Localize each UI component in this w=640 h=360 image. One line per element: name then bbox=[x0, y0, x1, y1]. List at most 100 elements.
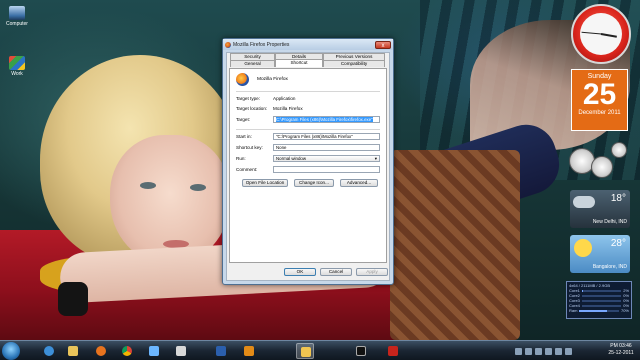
weather-city: New Delhi, IND bbox=[592, 219, 627, 225]
start-in-label: Start in: bbox=[236, 134, 252, 139]
taskbar-word[interactable] bbox=[212, 343, 230, 359]
chevron-down-icon: ▾ bbox=[374, 156, 377, 161]
wallpaper-eye bbox=[190, 184, 206, 191]
desktop-icon-work[interactable]: Work bbox=[4, 56, 30, 77]
dialog-title: Mozilla Firefox Properties bbox=[233, 41, 290, 48]
desktop-icon-label: Work bbox=[11, 71, 23, 77]
meter-bar bbox=[581, 289, 622, 292]
calendar-gadget[interactable]: Sunday 25 December 2011 bbox=[571, 69, 628, 131]
tray-icon[interactable] bbox=[525, 347, 532, 355]
tab-shortcut[interactable]: Shortcut bbox=[275, 59, 323, 67]
wallpaper-handbag bbox=[390, 150, 520, 340]
weather-city: Bangalore, IND bbox=[592, 264, 627, 270]
target-type-value: Application bbox=[273, 96, 296, 101]
cmd-icon bbox=[356, 346, 366, 356]
taskbar-folder[interactable] bbox=[296, 343, 314, 359]
target-row: Target: C:\Program Files (x86)\Mozilla F… bbox=[236, 116, 380, 123]
comment-input[interactable] bbox=[273, 166, 380, 173]
media-icon bbox=[149, 346, 159, 356]
taskbar-chrome[interactable] bbox=[118, 343, 136, 359]
calendar-day: 25 bbox=[582, 78, 617, 111]
properties-dialog: Mozilla Firefox Properties x Security De… bbox=[222, 38, 394, 285]
volume-icon[interactable] bbox=[565, 347, 572, 355]
desktop-icon-computer[interactable]: Computer bbox=[4, 6, 30, 27]
taskbar: PM 03:46 25-12-2011 bbox=[0, 340, 640, 360]
memory-gauge bbox=[591, 156, 613, 178]
tray-icon[interactable] bbox=[535, 347, 542, 355]
taskbar-explorer[interactable] bbox=[64, 343, 82, 359]
wallpaper-bracelet bbox=[58, 282, 88, 316]
folder-icon bbox=[301, 347, 311, 357]
shortcut-key-label: Shortcut key: bbox=[236, 145, 263, 150]
desktop-icon-label: Computer bbox=[6, 21, 28, 27]
meter-bar bbox=[581, 294, 622, 297]
start-in-input[interactable]: "C:\Program Files (x86)\Mozilla Firefox" bbox=[273, 133, 380, 140]
target-type-label: Target type: bbox=[236, 96, 261, 101]
run-select[interactable]: Normal window ▾ bbox=[273, 155, 380, 162]
shortcut-panel: Mozilla Firefox Target type: Application… bbox=[229, 68, 387, 263]
weather-temperature: 18° bbox=[610, 193, 626, 204]
apply-button[interactable]: Apply bbox=[356, 268, 388, 276]
target-type-row: Target type: Application bbox=[236, 95, 380, 102]
taskbar-firefox[interactable] bbox=[92, 343, 110, 359]
meter-bar bbox=[581, 304, 622, 307]
weather-gadget-new-delhi[interactable]: 18° New Delhi, IND bbox=[570, 190, 630, 228]
ok-button[interactable]: OK bbox=[284, 268, 316, 276]
divider bbox=[236, 91, 380, 92]
clock-hour-hand bbox=[600, 33, 617, 38]
change-icon-button[interactable]: Change Icon... bbox=[294, 179, 334, 187]
taskbar-clock[interactable]: PM 03:46 25-12-2011 bbox=[604, 343, 638, 357]
computer-icon bbox=[9, 6, 25, 20]
tab-previous-versions[interactable]: Previous Versions bbox=[323, 53, 385, 60]
program-name: Mozilla Firefox bbox=[257, 77, 288, 82]
taskbar-date: 25-12-2011 bbox=[608, 350, 634, 356]
meter-label: Ram bbox=[569, 308, 578, 313]
tray-icon[interactable] bbox=[545, 347, 552, 355]
tab-security[interactable]: Security bbox=[230, 53, 275, 60]
tab-compatibility[interactable]: Compatibility bbox=[323, 60, 385, 67]
comment-label: Comment: bbox=[236, 167, 258, 172]
divider bbox=[236, 129, 380, 130]
taskbar-acrobat[interactable] bbox=[384, 343, 402, 359]
dialog-titlebar[interactable]: Mozilla Firefox Properties x bbox=[223, 39, 393, 50]
comment-row: Comment: bbox=[236, 166, 380, 173]
weather-temperature: 28° bbox=[610, 238, 626, 249]
small-gauge bbox=[611, 142, 627, 158]
tray-icon[interactable] bbox=[515, 347, 522, 355]
system-tray bbox=[515, 345, 603, 357]
taskbar-media[interactable] bbox=[145, 343, 163, 359]
network-icon[interactable] bbox=[555, 347, 562, 355]
advanced-button[interactable]: Advanced... bbox=[340, 179, 378, 187]
firefox-icon bbox=[236, 73, 249, 86]
meter-line: Ram 70% bbox=[569, 308, 629, 313]
taskbar-ie[interactable] bbox=[40, 343, 58, 359]
tab-general[interactable]: General bbox=[230, 60, 275, 67]
target-label: Target: bbox=[236, 117, 251, 122]
run-row: Run: Normal window ▾ bbox=[236, 155, 380, 162]
taskbar-photos[interactable] bbox=[172, 343, 190, 359]
taskbar-time: PM 03:46 bbox=[610, 343, 632, 349]
cancel-button[interactable]: Cancel bbox=[320, 268, 352, 276]
target-location-row: Target location: Mozilla Firefox bbox=[236, 105, 380, 112]
target-location-label: Target location: bbox=[236, 106, 268, 111]
word-icon bbox=[216, 346, 226, 356]
taskbar-outlook[interactable] bbox=[240, 343, 258, 359]
sun-icon bbox=[574, 239, 592, 257]
clock-gadget[interactable] bbox=[571, 4, 631, 64]
taskbar-cmd[interactable] bbox=[352, 343, 370, 359]
system-meter-gadget[interactable]: 4x64 / 2111MB / 2.9GB Core1 2% Core2 0% … bbox=[566, 281, 632, 319]
cpu-meter-gadget[interactable] bbox=[565, 142, 635, 192]
start-button[interactable] bbox=[2, 342, 20, 360]
clock-minute-hand bbox=[581, 31, 602, 35]
shortcut-key-input[interactable]: None bbox=[273, 144, 380, 151]
meter-bar bbox=[581, 299, 622, 302]
target-value: C:\Program Files (x86)\Mozilla Firefox\f… bbox=[276, 117, 373, 122]
meter-bar bbox=[579, 309, 619, 312]
target-input[interactable]: C:\Program Files (x86)\Mozilla Firefox\f… bbox=[273, 116, 380, 123]
close-button[interactable]: x bbox=[375, 40, 391, 49]
open-file-location-button[interactable]: Open File Location bbox=[242, 179, 288, 187]
start-in-row: Start in: "C:\Program Files (x86)\Mozill… bbox=[236, 133, 380, 140]
target-location-value: Mozilla Firefox bbox=[273, 106, 303, 111]
weather-gadget-bangalore[interactable]: 28° Bangalore, IND bbox=[570, 235, 630, 273]
dialog-body: Security Details Previous Versions Gener… bbox=[226, 52, 390, 281]
